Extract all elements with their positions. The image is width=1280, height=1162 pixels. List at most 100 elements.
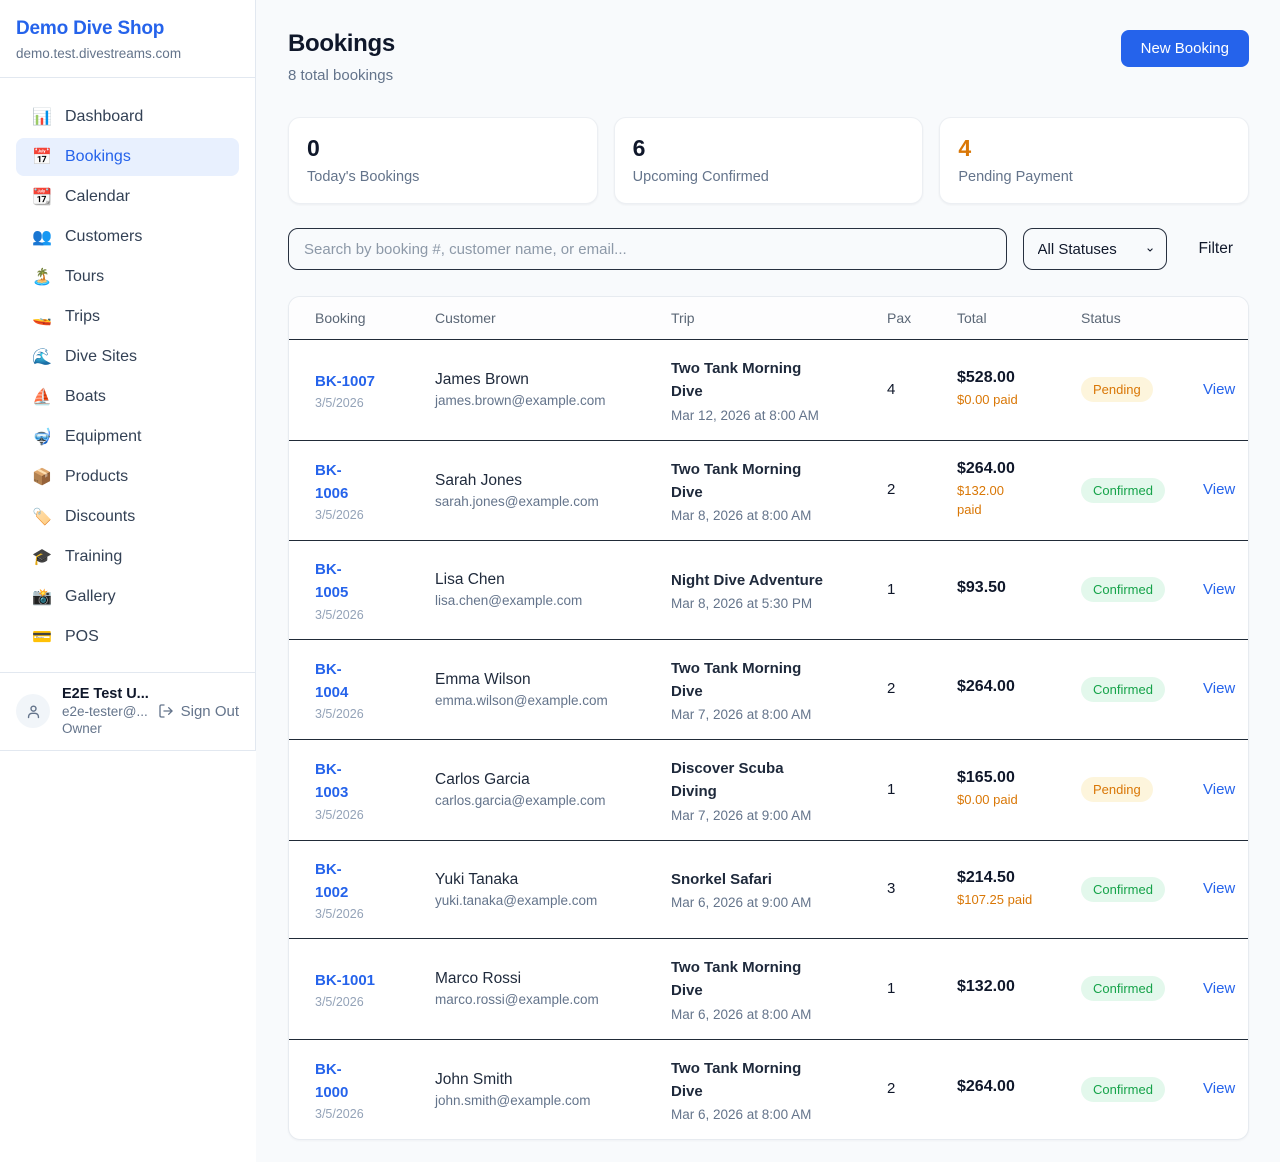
sidebar-item-label: Dive Sites (65, 348, 137, 366)
bookings-table: Booking Customer Trip Pax Total Status B… (289, 297, 1248, 1139)
paid-amount: $132.00 paid (957, 482, 1065, 520)
booking-id-link[interactable]: BK-1001 (315, 969, 419, 992)
user-panel: E2E Test U... e2e-tester@... Owner Sign … (0, 672, 255, 750)
sidebar-item-trips[interactable]: 🚤 Trips (16, 298, 239, 336)
pax-count: 1 (887, 781, 895, 798)
trip-name: Discover Scuba Diving (671, 757, 871, 804)
dashboard-icon: 📊 (32, 107, 52, 127)
total-amount: $264.00 (957, 1078, 1065, 1096)
shop-domain: demo.test.divestreams.com (16, 46, 239, 61)
view-link[interactable]: View (1203, 481, 1235, 498)
booking-id-link[interactable]: BK- 1005 (315, 558, 419, 605)
customer-email: carlos.garcia@example.com (435, 793, 655, 808)
sidebar-item-customers[interactable]: 👥 Customers (16, 218, 239, 256)
total-amount: $165.00 (957, 769, 1065, 787)
booking-date: 3/5/2026 (315, 808, 419, 822)
booking-date: 3/5/2026 (315, 396, 419, 410)
sidebar-item-dashboard[interactable]: 📊 Dashboard (16, 98, 239, 136)
col-header-trip: Trip (663, 297, 879, 340)
customer-email: james.brown@example.com (435, 393, 655, 408)
sidebar-item-discounts[interactable]: 🏷️ Discounts (16, 498, 239, 536)
total-amount: $264.00 (957, 460, 1065, 478)
booking-id-link[interactable]: BK-1007 (315, 370, 419, 393)
view-link[interactable]: View (1203, 781, 1235, 798)
status-filter-select[interactable]: All Statuses (1023, 228, 1167, 270)
view-link[interactable]: View (1203, 1080, 1235, 1097)
booking-id-link[interactable]: BK- 1004 (315, 658, 419, 705)
search-input[interactable] (288, 228, 1007, 270)
sidebar-item-label: Boats (65, 388, 106, 406)
view-link[interactable]: View (1203, 581, 1235, 598)
col-header-actions (1195, 297, 1248, 340)
pax-count: 1 (887, 581, 895, 598)
bookings-calendar-icon: 📅 (32, 147, 52, 167)
sidebar-item-products[interactable]: 📦 Products (16, 458, 239, 496)
col-header-customer: Customer (427, 297, 663, 340)
trip-name: Two Tank Morning Dive (671, 956, 871, 1003)
sidebar-item-label: Products (65, 468, 128, 486)
trip-datetime: Mar 8, 2026 at 5:30 PM (671, 596, 871, 611)
view-link[interactable]: View (1203, 880, 1235, 897)
sidebar-item-calendar[interactable]: 📆 Calendar (16, 178, 239, 216)
col-header-total: Total (949, 297, 1073, 340)
trip-datetime: Mar 6, 2026 at 9:00 AM (671, 895, 871, 910)
total-amount: $93.50 (957, 579, 1065, 597)
app-root: Demo Dive Shop demo.test.divestreams.com… (0, 0, 1280, 1162)
sidebar-item-label: Equipment (65, 428, 142, 446)
shop-name: Demo Dive Shop (16, 18, 239, 40)
sidebar-item-label: Tours (65, 268, 104, 286)
customer-name: Marco Rossi (435, 970, 655, 988)
booking-id-link[interactable]: BK- 1003 (315, 758, 419, 805)
customer-name: Lisa Chen (435, 571, 655, 589)
trip-datetime: Mar 12, 2026 at 8:00 AM (671, 408, 871, 423)
booking-date: 3/5/2026 (315, 508, 419, 522)
island-icon: 🏝️ (32, 267, 52, 287)
sign-out-button[interactable]: Sign Out (158, 703, 239, 720)
speedboat-icon: 🚤 (32, 307, 52, 327)
booking-id-link[interactable]: BK- 1006 (315, 459, 419, 506)
view-link[interactable]: View (1203, 381, 1235, 398)
sidebar-item-tours[interactable]: 🏝️ Tours (16, 258, 239, 296)
sidebar-item-pos[interactable]: 💳 POS (16, 618, 239, 656)
new-booking-button[interactable]: New Booking (1121, 30, 1249, 67)
stat-card-todays-bookings: 0 Today's Bookings (288, 117, 598, 204)
view-link[interactable]: View (1203, 980, 1235, 997)
sidebar-item-dive-sites[interactable]: 🌊 Dive Sites (16, 338, 239, 376)
status-badge: Pending (1081, 377, 1153, 402)
pax-count: 3 (887, 880, 895, 897)
sailboat-icon: ⛵ (32, 387, 52, 407)
user-icon (25, 703, 42, 720)
filter-button[interactable]: Filter (1183, 240, 1249, 258)
paid-amount: $0.00 paid (957, 791, 1065, 810)
wave-icon: 🌊 (32, 347, 52, 367)
total-amount: $528.00 (957, 369, 1065, 387)
calendar-icon: 📆 (32, 187, 52, 207)
sidebar-item-boats[interactable]: ⛵ Boats (16, 378, 239, 416)
trip-name: Night Dive Adventure (671, 569, 871, 592)
customer-name: John Smith (435, 1071, 655, 1089)
sidebar-item-training[interactable]: 🎓 Training (16, 538, 239, 576)
table-header-row: Booking Customer Trip Pax Total Status (289, 297, 1248, 340)
col-header-pax: Pax (879, 297, 949, 340)
customer-name: Carlos Garcia (435, 771, 655, 789)
sidebar-item-equipment[interactable]: 🤿 Equipment (16, 418, 239, 456)
table-row: BK- 10043/5/2026 Emma Wilsonemma.wilson@… (289, 639, 1248, 740)
customer-email: emma.wilson@example.com (435, 693, 655, 708)
total-amount: $132.00 (957, 978, 1065, 996)
total-bookings-count: 8 total bookings (288, 67, 395, 84)
customer-name: Yuki Tanaka (435, 871, 655, 889)
paid-amount: $107.25 paid (957, 891, 1065, 910)
customer-email: john.smith@example.com (435, 1093, 655, 1108)
table-row: BK-10073/5/2026 James Brownjames.brown@e… (289, 340, 1248, 441)
booking-date: 3/5/2026 (315, 608, 419, 622)
customer-email: marco.rossi@example.com (435, 992, 655, 1007)
booking-id-link[interactable]: BK- 1002 (315, 858, 419, 905)
trip-name: Two Tank Morning Dive (671, 1057, 871, 1104)
trip-datetime: Mar 8, 2026 at 8:00 AM (671, 508, 871, 523)
booking-id-link[interactable]: BK- 1000 (315, 1058, 419, 1105)
view-link[interactable]: View (1203, 680, 1235, 697)
sidebar-item-bookings[interactable]: 📅 Bookings (16, 138, 239, 176)
table-row: BK-10013/5/2026 Marco Rossimarco.rossi@e… (289, 939, 1248, 1040)
sidebar-item-gallery[interactable]: 📸 Gallery (16, 578, 239, 616)
user-meta: E2E Test U... e2e-tester@... Owner (62, 686, 146, 736)
